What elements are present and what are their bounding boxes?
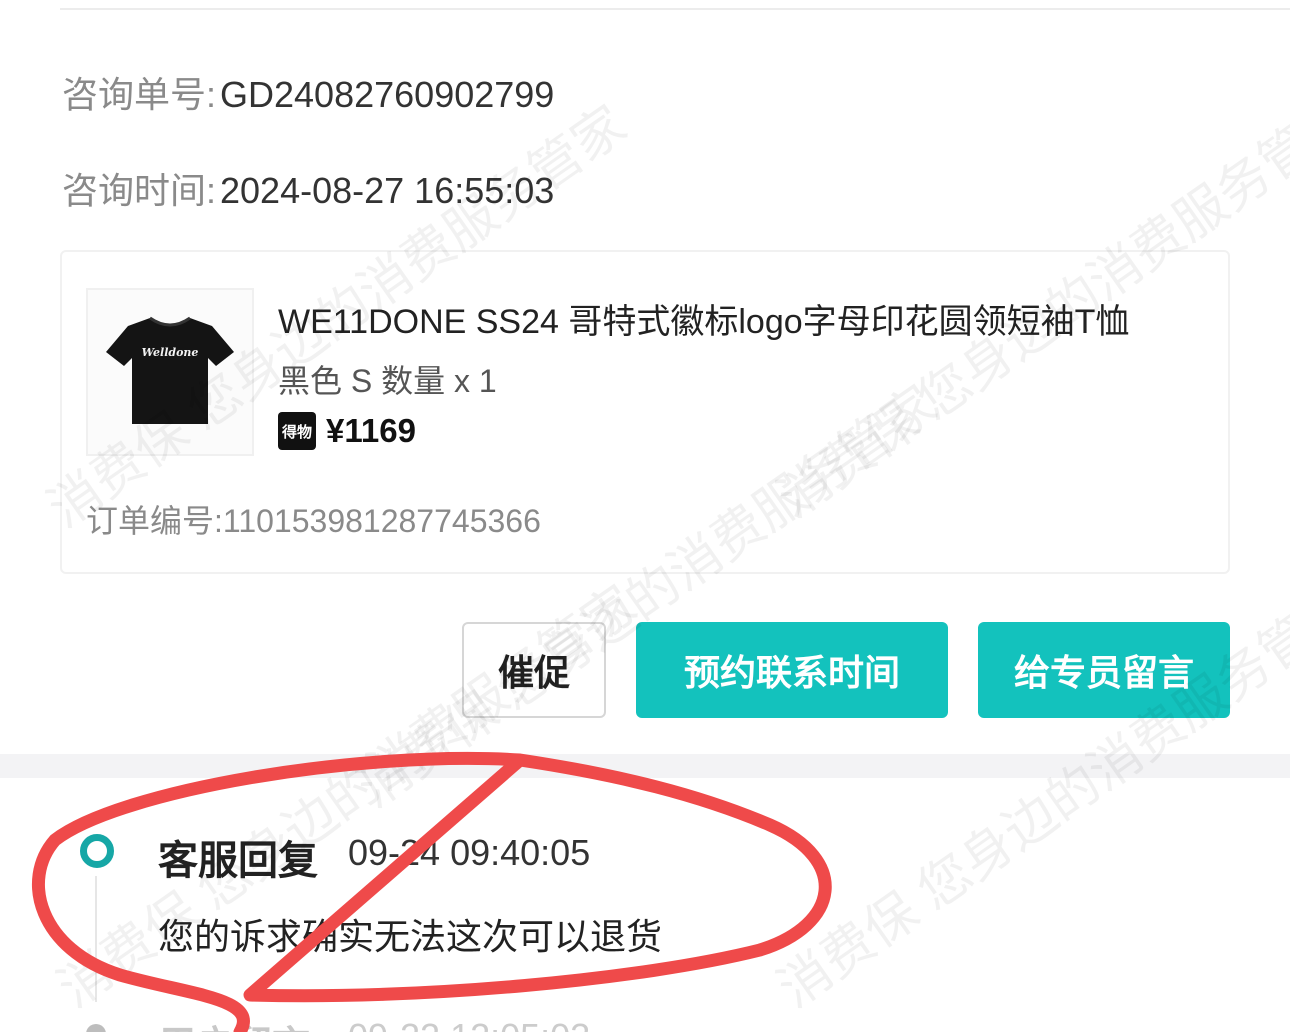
urge-button[interactable]: 催促 <box>462 622 606 718</box>
next-entry-time: 09-22 12:05:03 <box>348 1016 590 1032</box>
order-number-value: 110153981287745366 <box>222 503 541 539</box>
consult-id-value: GD24082760902799 <box>220 74 555 115</box>
consult-time-value: 2024-08-27 16:55:03 <box>220 170 555 211</box>
next-entry-title: 用户留言 <box>158 1014 310 1032</box>
product-price: ¥1169 <box>326 412 416 449</box>
order-number: 订单编号:110153981287745366 <box>86 496 541 542</box>
consult-id-label: 咨询单号: <box>62 74 217 115</box>
section-divider <box>0 754 1290 778</box>
leave-message-button[interactable]: 给专员留言 <box>978 622 1230 718</box>
order-card[interactable]: Welldone WE11DONE SS24 哥特式徽标logo字母印花圆领短袖… <box>60 250 1230 574</box>
reply-time: 09-24 09:40:05 <box>348 832 591 873</box>
schedule-contact-button[interactable]: 预约联系时间 <box>636 622 948 718</box>
consult-id-row: 咨询单号: GD24082760902799 <box>62 66 554 118</box>
product-thumbnail[interactable]: Welldone <box>86 288 254 456</box>
timeline-dot-icon <box>86 1024 106 1032</box>
reply-title: 客服回复 <box>158 839 318 883</box>
top-divider <box>60 8 1290 10</box>
price-row: 得物 ¥1169 <box>278 412 416 450</box>
tshirt-image: Welldone <box>106 316 234 424</box>
store-badge-icon: 得物 <box>278 412 316 450</box>
order-number-label: 订单编号: <box>86 503 223 539</box>
consult-time-label: 咨询时间: <box>62 170 217 211</box>
timeline-active-dot-icon <box>80 834 114 868</box>
consult-time-row: 咨询时间: 2024-08-27 16:55:03 <box>62 162 554 214</box>
timeline-line <box>95 876 97 1002</box>
reply-body: 您的诉求确实无法这次可以退货 <box>158 916 663 957</box>
shirt-logo-text: Welldone <box>142 346 199 359</box>
product-name[interactable]: WE11DONE SS24 哥特式徽标logo字母印花圆领短袖T恤 <box>278 294 1198 343</box>
product-spec: 黑色 S 数量 x 1 <box>278 363 497 399</box>
